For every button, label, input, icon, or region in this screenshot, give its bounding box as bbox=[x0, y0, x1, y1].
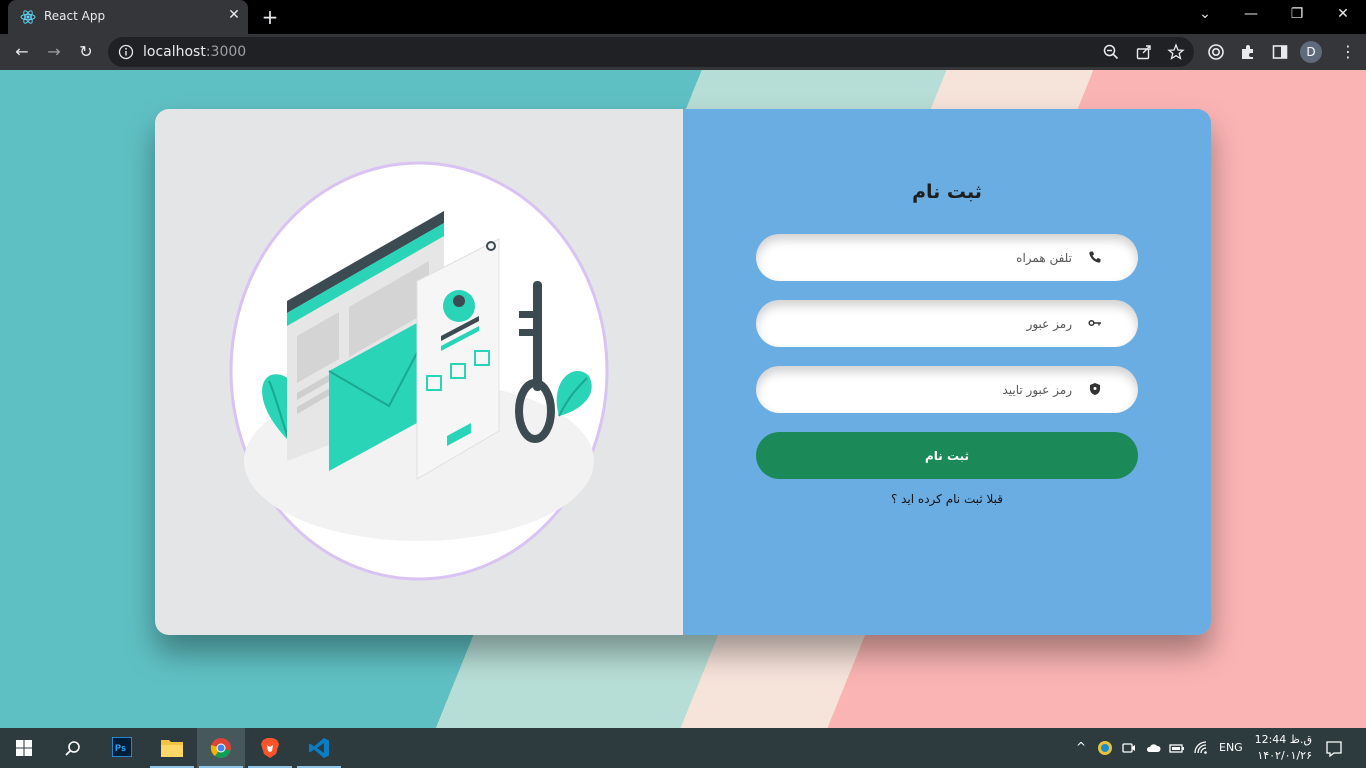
taskbar-vscode[interactable] bbox=[295, 728, 343, 768]
extension-circle-icon[interactable] bbox=[1207, 43, 1225, 61]
page-viewport: ثبت نام تلفن همراه ثبت نام قبلا ثبت نام … bbox=[0, 70, 1366, 728]
chrome-icon bbox=[210, 738, 231, 758]
shield-icon bbox=[1090, 383, 1100, 395]
url-text: localhost:3000 bbox=[143, 44, 246, 60]
share-icon[interactable] bbox=[1135, 43, 1153, 61]
show-hidden-icons-chevron-icon[interactable]: ^ bbox=[1073, 740, 1089, 756]
phone-input[interactable] bbox=[776, 234, 1072, 281]
taskbar-brave[interactable] bbox=[246, 728, 294, 768]
profile-avatar[interactable]: D bbox=[1300, 41, 1322, 63]
svg-text:Ps: Ps bbox=[115, 743, 126, 753]
extensions-puzzle-icon[interactable] bbox=[1239, 43, 1257, 61]
taskbar-file-explorer[interactable] bbox=[148, 728, 196, 768]
close-window-button[interactable]: ✕ bbox=[1333, 6, 1353, 26]
confirm-password-field[interactable] bbox=[756, 366, 1138, 413]
illustration-panel bbox=[155, 109, 683, 635]
clock-time: 12:44 ق.ظ bbox=[1254, 733, 1312, 746]
taskbar-search-button[interactable] bbox=[48, 728, 96, 768]
search-icon bbox=[65, 741, 80, 756]
taskbar-chrome[interactable] bbox=[197, 728, 245, 768]
browser-tab-bar: React App ✕ + ⌄ — ❐ ✕ bbox=[0, 0, 1366, 34]
battery-icon[interactable] bbox=[1169, 740, 1185, 756]
input-language[interactable]: ENG bbox=[1219, 741, 1243, 754]
key-icon bbox=[1088, 319, 1101, 327]
minimize-button[interactable]: — bbox=[1241, 6, 1261, 26]
folder-icon bbox=[161, 740, 183, 757]
browser-menu-icon[interactable]: ⋮ bbox=[1340, 42, 1356, 62]
forward-button[interactable]: → bbox=[44, 42, 64, 62]
tray-app-icon[interactable] bbox=[1097, 740, 1113, 756]
password-input[interactable] bbox=[776, 300, 1072, 347]
reload-button[interactable]: ↻ bbox=[76, 42, 96, 62]
confirm-password-input[interactable] bbox=[776, 366, 1072, 413]
address-bar[interactable]: localhost:3000 bbox=[108, 37, 1194, 67]
phone-icon bbox=[1089, 251, 1101, 263]
windows-taskbar: Ps ^ ENG 12:44 ق.ظ ۱۴۰۲/۰۱/۲۶ bbox=[0, 728, 1366, 768]
windows-logo-icon bbox=[16, 740, 32, 756]
login-link[interactable]: قبلا ثبت نام کرده اید ؟ bbox=[683, 492, 1211, 506]
brave-icon bbox=[261, 738, 279, 758]
site-info-icon[interactable] bbox=[118, 44, 134, 60]
photoshop-icon: Ps bbox=[112, 737, 132, 757]
meet-now-icon[interactable] bbox=[1121, 740, 1137, 756]
tab-close-icon[interactable]: ✕ bbox=[226, 7, 242, 25]
bookmark-star-icon[interactable] bbox=[1167, 43, 1185, 61]
tab-search-icon[interactable]: ⌄ bbox=[1195, 6, 1215, 26]
browser-toolbar: ← → ↻ localhost:3000 D ⋮ bbox=[0, 34, 1366, 70]
url-host: localhost bbox=[143, 44, 206, 60]
clock-date: ۱۴۰۲/۰۱/۲۶ bbox=[1257, 749, 1312, 762]
react-logo-icon bbox=[20, 10, 36, 24]
onedrive-cloud-icon[interactable] bbox=[1145, 740, 1161, 756]
phone-field[interactable] bbox=[756, 234, 1138, 281]
form-title: ثبت نام bbox=[912, 181, 982, 203]
wifi-icon[interactable] bbox=[1193, 740, 1209, 756]
taskbar-photoshop[interactable]: Ps bbox=[98, 728, 146, 768]
signup-card: ثبت نام تلفن همراه ثبت نام قبلا ثبت نام … bbox=[155, 109, 1211, 635]
signup-submit-button[interactable]: ثبت نام bbox=[756, 432, 1138, 479]
restore-button[interactable]: ❐ bbox=[1287, 6, 1307, 26]
signup-illustration bbox=[229, 161, 609, 581]
password-field[interactable] bbox=[756, 300, 1138, 347]
notifications-icon[interactable] bbox=[1325, 740, 1343, 758]
signup-form-panel: ثبت نام تلفن همراه ثبت نام قبلا ثبت نام … bbox=[683, 109, 1211, 635]
browser-tab[interactable]: React App ✕ bbox=[8, 0, 248, 34]
url-port: :3000 bbox=[205, 44, 247, 60]
zoom-out-icon[interactable] bbox=[1102, 43, 1120, 61]
system-clock[interactable]: 12:44 ق.ظ ۱۴۰۲/۰۱/۲۶ bbox=[1252, 732, 1312, 764]
start-button[interactable] bbox=[0, 728, 48, 768]
side-panel-icon[interactable] bbox=[1271, 43, 1289, 61]
new-tab-button[interactable]: + bbox=[260, 5, 280, 29]
back-button[interactable]: ← bbox=[12, 42, 32, 62]
tab-title: React App bbox=[44, 9, 106, 23]
vscode-icon bbox=[309, 738, 329, 758]
